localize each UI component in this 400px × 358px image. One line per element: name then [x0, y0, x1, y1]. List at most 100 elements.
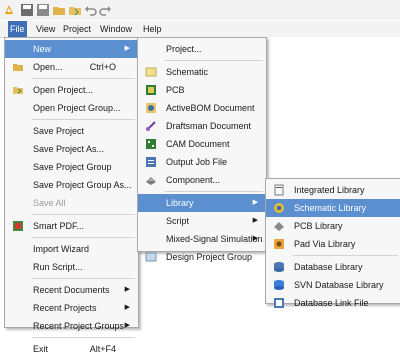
menu-separator	[32, 278, 135, 279]
menu-item-label: PCB	[166, 85, 185, 95]
file-menu-item-run-script[interactable]: Run Script...	[5, 258, 138, 276]
menu-item-label: Save Project Group	[33, 162, 112, 172]
menu-item-label: SVN Database Library	[294, 280, 384, 290]
menu-item-label: Recent Projects	[33, 303, 97, 313]
file-menu-item-import-wizard[interactable]: Import Wizard	[5, 240, 138, 258]
library-menu-item-database-link-file[interactable]: Database Link File	[266, 294, 400, 312]
menu-item-label: Import Wizard	[33, 244, 90, 254]
library-submenu: Integrated Library Schematic Library PCB L…	[265, 178, 400, 308]
library-menu-item-pad-via-library[interactable]: Pad Via Library	[266, 235, 400, 253]
menu-separator	[32, 237, 135, 238]
menu-project[interactable]: Project	[61, 21, 93, 37]
new-menu-item-activebom-document[interactable]: ActiveBOM Document	[138, 99, 266, 117]
menu-separator	[165, 191, 263, 192]
new-menu-item-design-project-group[interactable]: Design Project Group	[138, 248, 266, 266]
file-menu-item-new[interactable]: New ▶	[5, 40, 138, 58]
new-menu-item-pcb[interactable]: PCB	[138, 81, 266, 99]
submenu-arrow-icon: ▶	[124, 45, 130, 52]
file-menu-item-open-project-group[interactable]: Open Project Group...	[5, 99, 138, 117]
new-menu-item-component[interactable]: Component...	[138, 171, 266, 189]
submenu-arrow-icon: ▶	[252, 199, 258, 206]
menu-item-label: Output Job File	[166, 157, 228, 167]
new-menu-item-schematic[interactable]: Schematic	[138, 63, 266, 81]
menu-item-label: Recent Project Groups	[33, 321, 125, 331]
new-menu-item-library[interactable]: Library ▶	[138, 194, 266, 212]
submenu-arrow-icon: ▶	[124, 322, 130, 329]
new-menu-item-project[interactable]: Project...	[138, 40, 266, 58]
menu-separator	[32, 214, 135, 215]
file-menu-item-save-project-group[interactable]: Save Project Group	[5, 158, 138, 176]
submenu-arrow-icon: ▶	[252, 235, 258, 242]
library-menu-item-schematic-library[interactable]: Schematic Library	[266, 199, 400, 217]
file-menu-item-open-project[interactable]: Open Project...	[5, 81, 138, 99]
undo-icon[interactable]	[84, 3, 98, 17]
new-menu-item-output-job-file[interactable]: Output Job File	[138, 153, 266, 171]
menu-item-label: Pad Via Library	[294, 239, 356, 249]
menu-file[interactable]: File	[8, 21, 27, 37]
menu-item-label: Smart PDF...	[33, 221, 85, 231]
menu-item-label: ActiveBOM Document	[166, 103, 255, 113]
file-menu-item-open[interactable]: Open... Ctrl+O	[5, 58, 138, 76]
file-menu-item-recent-documents[interactable]: Recent Documents ▶	[5, 281, 138, 299]
menu-item-label: Schematic Library	[294, 203, 367, 213]
menu-item-label: Component...	[166, 175, 221, 185]
redo-icon[interactable]	[98, 3, 112, 17]
new-menu-item-draftsman-document[interactable]: Draftsman Document	[138, 117, 266, 135]
menu-item-label: CAM Document	[166, 139, 230, 149]
shortcut-label: Ctrl+O	[89, 62, 116, 72]
menu-item-label: Database Library	[294, 262, 363, 272]
save-all-icon[interactable]	[36, 3, 50, 17]
new-menu-item-mixed-signal-simulation[interactable]: Mixed-Signal Simulation ▶	[138, 230, 266, 248]
file-menu-item-recent-projects[interactable]: Recent Projects ▶	[5, 299, 138, 317]
svn-database-library-icon	[274, 280, 284, 290]
file-menu-item-save-project[interactable]: Save Project	[5, 122, 138, 140]
library-menu-item-pcb-library[interactable]: PCB Library	[266, 217, 400, 235]
menu-item-label: Exit	[33, 344, 49, 354]
menu-separator	[32, 337, 135, 338]
project-group-icon	[145, 252, 157, 262]
file-menu-item-save-project-as[interactable]: Save Project As...	[5, 140, 138, 158]
cam-icon	[146, 139, 156, 149]
menu-help[interactable]: Help	[141, 21, 164, 37]
menu-item-label: Run Script...	[33, 262, 83, 272]
shortcut-label: Alt+F4	[89, 344, 116, 354]
menu-item-label: New	[33, 44, 52, 54]
open-project-icon[interactable]	[68, 3, 82, 17]
library-menu-item-svn-database-library[interactable]: SVN Database Library	[266, 276, 400, 294]
new-menu-item-script[interactable]: Script ▶	[138, 212, 266, 230]
file-menu-item-save-all[interactable]: Save All	[5, 194, 138, 212]
menu-item-label: Open Project Group...	[33, 103, 121, 113]
database-link-file-icon	[274, 298, 284, 308]
pcb-library-icon	[274, 222, 284, 231]
smart-pdf-icon	[13, 221, 23, 231]
file-menu-item-save-project-group-as[interactable]: Save Project Group As...	[5, 176, 138, 194]
menu-separator	[293, 255, 398, 256]
component-icon	[146, 177, 156, 185]
menu-separator	[165, 60, 263, 61]
save-icon[interactable]	[20, 3, 34, 17]
menu-item-label: Draftsman Document	[166, 121, 252, 131]
menu-item-label: Schematic	[166, 67, 209, 77]
menu-view[interactable]: View	[34, 21, 57, 37]
open-folder-icon[interactable]	[52, 3, 66, 17]
file-menu-item-exit[interactable]: Exit Alt+F4	[5, 340, 138, 358]
menu-item-label: Mixed-Signal Simulation	[166, 234, 263, 244]
draftsman-icon	[146, 121, 156, 131]
menu-item-label: Open...	[33, 62, 63, 72]
menu-item-label: PCB Library	[294, 221, 343, 231]
library-menu-item-integrated-library[interactable]: Integrated Library	[266, 181, 400, 199]
menu-item-label: Script	[166, 216, 190, 226]
menu-separator	[32, 78, 135, 79]
new-menu-item-cam-document[interactable]: CAM Document	[138, 135, 266, 153]
database-library-icon	[274, 262, 284, 272]
menu-item-label: Design Project Group	[166, 252, 253, 262]
app-logo-icon	[5, 5, 13, 14]
menu-window[interactable]: Window	[98, 21, 134, 37]
file-menu-item-smart-pdf[interactable]: Smart PDF...	[5, 217, 138, 235]
file-menu-item-recent-project-groups[interactable]: Recent Project Groups ▶	[5, 317, 138, 335]
menu-bar: File View Project Window Help	[0, 21, 400, 37]
activebom-icon	[146, 103, 156, 113]
menu-item-label: Database Link File	[294, 298, 369, 308]
output-job-icon	[146, 157, 156, 167]
library-menu-item-database-library[interactable]: Database Library	[266, 258, 400, 276]
